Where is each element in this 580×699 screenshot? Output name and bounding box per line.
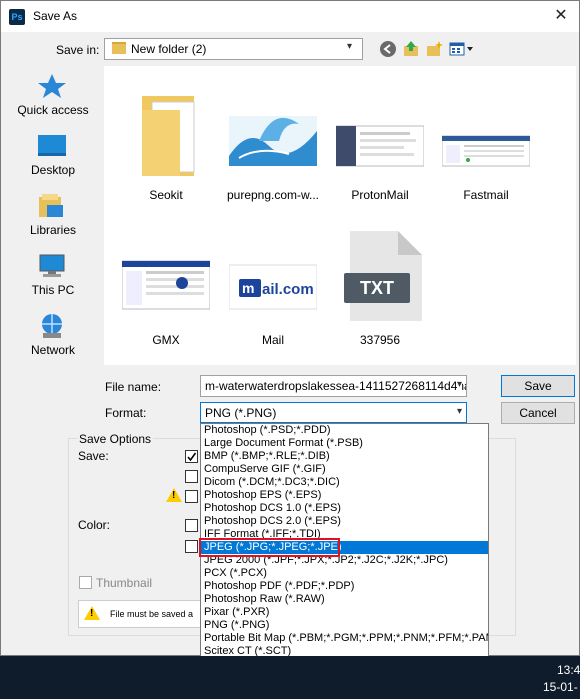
save-button[interactable]: Save — [501, 375, 575, 397]
format-option[interactable]: Portable Bit Map (*.PBM;*.PGM;*.PPM;*.PN… — [201, 632, 488, 645]
cancel-button[interactable]: Cancel — [501, 402, 575, 424]
save-option-checkbox[interactable] — [185, 490, 198, 503]
file-name-label: purepng.com-w... — [226, 188, 320, 202]
format-option[interactable]: Pixar (*.PXR) — [201, 606, 488, 619]
save-label: Save: — [78, 449, 109, 463]
places-sidebar: Quick access Desktop Libraries This PC N… — [7, 67, 99, 367]
file-item-gmx[interactable]: GMX — [112, 223, 220, 351]
save-option-checkbox[interactable] — [185, 450, 198, 463]
file-name-value: m-waterwaterdropslakessea-1411527268114d… — [205, 379, 467, 393]
network-icon — [37, 313, 67, 339]
sidebar-item-label: Libraries — [29, 223, 77, 237]
gmx-screenshot-thumbnail — [121, 231, 211, 310]
warning-text: File must be saved a — [110, 609, 194, 619]
sidebar-item-label: Desktop — [30, 163, 76, 177]
sidebar-item-label: This PC — [31, 283, 75, 297]
new-folder-icon[interactable] — [425, 40, 443, 58]
taskbar-clock-date: 15-01- — [543, 680, 578, 694]
color-option-checkbox[interactable] — [185, 540, 198, 553]
save-option-checkbox[interactable] — [185, 470, 198, 483]
save-in-label: Save in: — [56, 43, 100, 57]
title-bar: Ps Save As ✕ — [1, 1, 579, 32]
format-option[interactable]: Photoshop (*.PSD;*.PDD) — [201, 424, 488, 437]
star-icon — [37, 73, 67, 99]
file-item-seokit[interactable]: Seokit — [112, 78, 220, 206]
format-option[interactable]: CompuServe GIF (*.GIF) — [201, 463, 488, 476]
thumbnail-checkbox[interactable] — [79, 576, 92, 589]
svg-text:m: m — [242, 280, 254, 296]
warning-icon-mark: ! — [172, 490, 176, 501]
desktop-icon — [37, 133, 67, 159]
save-as-dialog: Ps Save As ✕ Save in: New folder (2) ▾ Q… — [0, 0, 580, 657]
format-label: Format: — [105, 406, 147, 420]
save-in-dropdown[interactable]: New folder (2) ▾ — [104, 38, 363, 60]
file-list: Seokit purepng.com-w... ProtonMail Fastm… — [104, 66, 576, 365]
color-label: Color: — [78, 518, 111, 532]
window-title: Save As — [33, 9, 78, 23]
format-option[interactable]: Photoshop DCS 2.0 (*.EPS) — [201, 515, 488, 528]
file-item-protonmail[interactable]: ProtonMail — [326, 78, 434, 206]
mailcom-logo-thumbnail: m ail.com — [228, 231, 318, 310]
computer-icon — [37, 253, 67, 279]
close-button[interactable]: ✕ — [545, 3, 577, 29]
folder-icon — [122, 86, 210, 176]
warning-icon-mark: ! — [90, 608, 94, 619]
photoshop-app-icon: Ps — [9, 9, 25, 25]
libraries-icon — [37, 193, 67, 219]
up-folder-icon[interactable] — [402, 40, 420, 58]
format-option[interactable]: Large Document Format (*.PSB) — [201, 437, 488, 450]
format-value: PNG (*.PNG) — [205, 406, 277, 420]
format-dropdown[interactable]: PNG (*.PNG) ▾ — [200, 402, 467, 423]
format-option[interactable]: Photoshop DCS 1.0 (*.EPS) — [201, 502, 488, 515]
sidebar-item-label: Network — [30, 343, 75, 357]
back-arrow-icon[interactable] — [379, 40, 397, 58]
file-name-label: ProtonMail — [351, 188, 409, 202]
format-option[interactable]: Photoshop EPS (*.EPS) — [201, 489, 488, 502]
thumbnail-label: Thumbnail — [96, 576, 153, 590]
view-menu-icon[interactable] — [449, 40, 475, 58]
taskbar-clock-time: 13:4 — [557, 663, 580, 677]
file-name-label: 337956 — [359, 333, 401, 347]
file-name-label: File name: — [105, 380, 162, 394]
protonmail-screenshot-thumbnail — [335, 86, 425, 167]
chevron-down-icon: ▾ — [456, 406, 462, 417]
sidebar-item-network[interactable]: Network — [7, 307, 99, 365]
svg-text:ail.com: ail.com — [262, 281, 314, 298]
fastmail-screenshot-thumbnail — [441, 86, 531, 167]
txt-badge-label: TXT — [360, 278, 394, 298]
format-option[interactable]: Dicom (*.DCM;*.DC3;*.DIC) — [201, 476, 488, 489]
file-item-337956[interactable]: TXT 337956 — [326, 223, 434, 351]
save-options-legend: Save Options — [77, 432, 154, 446]
file-name-label: Seokit — [149, 188, 183, 202]
save-in-value: New folder (2) — [131, 42, 207, 56]
file-name-label: Mail — [261, 333, 284, 347]
file-name-label: GMX — [152, 333, 180, 347]
format-option[interactable]: PNG (*.PNG) — [201, 619, 488, 632]
sidebar-item-quick-access[interactable]: Quick access — [7, 67, 99, 125]
sidebar-item-desktop[interactable]: Desktop — [7, 127, 99, 185]
format-option[interactable]: Photoshop PDF (*.PDF;*.PDP) — [201, 580, 488, 593]
water-splash-thumbnail — [229, 86, 317, 166]
folder-icon — [112, 42, 126, 54]
taskbar — [0, 656, 580, 699]
color-option-checkbox[interactable] — [185, 519, 198, 532]
chevron-down-icon: ▾ — [347, 41, 353, 52]
sidebar-item-this-pc[interactable]: This PC — [7, 247, 99, 305]
file-name-label: Fastmail — [463, 188, 509, 202]
txt-file-icon: TXT — [336, 231, 424, 321]
sidebar-item-label: Quick access — [17, 103, 89, 117]
format-option[interactable]: Photoshop Raw (*.RAW) — [201, 593, 488, 606]
jpeg-option-highlight-box — [199, 538, 340, 557]
file-item-fastmail[interactable]: Fastmail — [432, 78, 540, 206]
format-option[interactable]: BMP (*.BMP;*.RLE;*.DIB) — [201, 450, 488, 463]
sidebar-item-libraries[interactable]: Libraries — [7, 187, 99, 245]
chevron-down-icon[interactable]: ▾ — [456, 379, 462, 390]
file-item-mail[interactable]: m ail.com Mail — [219, 223, 327, 351]
file-item-purepng[interactable]: purepng.com-w... — [219, 78, 327, 206]
format-option[interactable]: PCX (*.PCX) — [201, 567, 488, 580]
file-name-input[interactable]: m-waterwaterdropslakessea-1411527268114d… — [200, 375, 467, 397]
